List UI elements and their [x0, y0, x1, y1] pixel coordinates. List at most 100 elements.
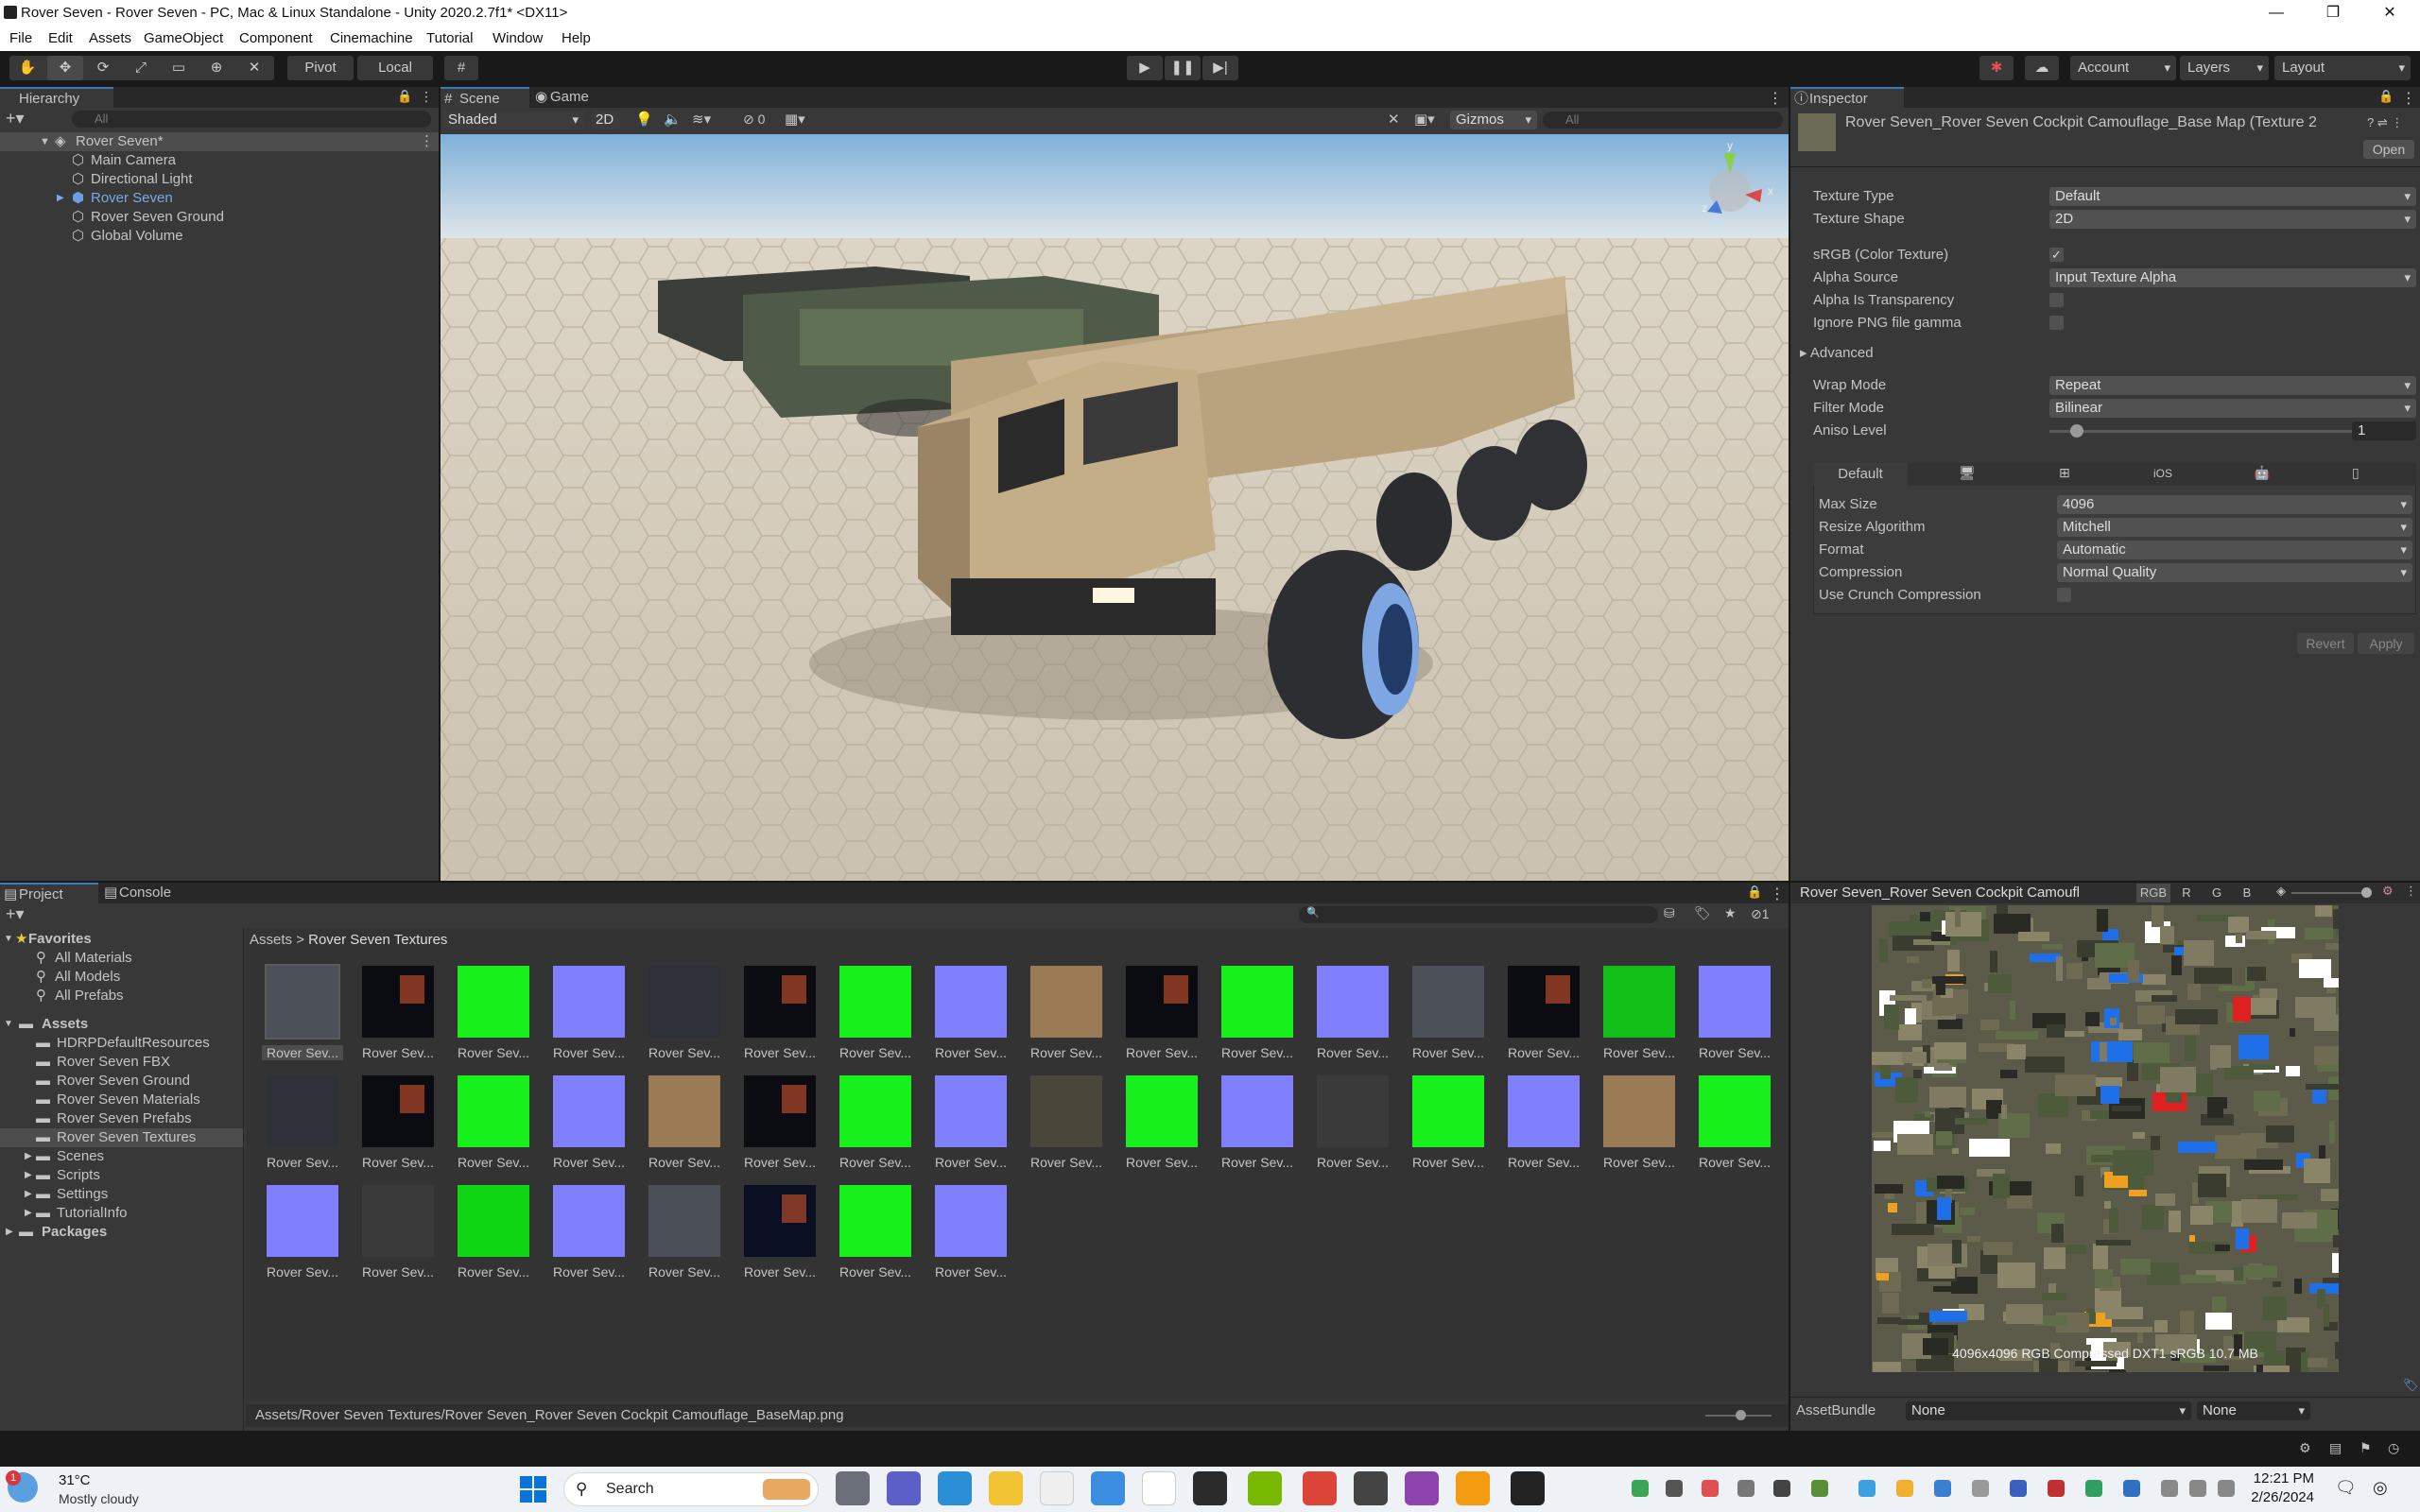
asset-thumbnail[interactable] [839, 966, 911, 1038]
hand-tool-icon[interactable]: ✋ [9, 56, 45, 80]
project-search-input[interactable]: 🔍 [1299, 906, 1658, 923]
tree-folder[interactable]: ▬ Rover Seven Materials [0, 1091, 243, 1109]
2d-toggle[interactable]: 2D [592, 111, 620, 129]
lock-icon[interactable]: 🔒 [397, 89, 412, 104]
menu-component[interactable]: Component [239, 30, 313, 46]
layers-dropdown[interactable]: Layers [2180, 56, 2269, 80]
account-dropdown[interactable]: Account [2070, 56, 2176, 80]
assetbundle-dropdown[interactable]: None [1906, 1401, 2191, 1420]
asset-thumbnail[interactable] [1317, 966, 1389, 1038]
filter-mode-dropdown[interactable]: Bilinear [2049, 399, 2416, 418]
battery-icon[interactable] [2218, 1480, 2235, 1497]
asset-thumbnail[interactable] [744, 1075, 816, 1147]
tab-scene[interactable]: # Scene [441, 87, 529, 108]
step-button[interactable]: ▶| [1202, 56, 1238, 80]
preview-settings-icon[interactable]: ⚙ [2382, 884, 2394, 899]
standalone-platform-icon[interactable]: 🖥 [1959, 465, 1976, 481]
kebab-menu-icon[interactable]: ⋮ [1770, 885, 1785, 903]
thumbnail-size-handle[interactable] [1736, 1410, 1746, 1420]
hierarchy-item-rover-seven[interactable]: ▶ ⬢ Rover Seven [0, 189, 439, 208]
tree-fav-all-models[interactable]: ⚲ All Models [0, 968, 243, 987]
local-toggle[interactable]: Local [357, 56, 433, 80]
expand-arrow-icon[interactable]: ▶ [25, 1147, 32, 1166]
create-icon[interactable]: +▾ [6, 904, 25, 924]
mip-slider-handle[interactable] [2361, 887, 2372, 898]
menu-file[interactable]: File [9, 30, 32, 46]
close-icon[interactable]: ✕ [2361, 0, 2418, 26]
asset-thumbnail[interactable] [648, 1075, 720, 1147]
tab-inspector[interactable]: ⓘ Inspector [1790, 87, 1904, 108]
kebab-menu-icon[interactable]: ⋮ [420, 89, 433, 105]
asset-thumbnail[interactable] [744, 1185, 816, 1257]
srgb-checkbox[interactable]: ✓ [2049, 248, 2064, 262]
alpha-source-dropdown[interactable]: Input Texture Alpha [2049, 268, 2416, 287]
tree-folder[interactable]: ▶ ▬ Scenes [0, 1147, 243, 1166]
tree-folder[interactable]: ▬ Rover Seven FBX [0, 1053, 243, 1072]
asset-thumbnail[interactable] [458, 966, 529, 1038]
asset-thumbnail[interactable] [839, 1185, 911, 1257]
tray-app-icon[interactable] [1737, 1480, 1754, 1497]
apply-button[interactable]: Apply [2358, 633, 2414, 654]
hierarchy-item-directional-light[interactable]: ⬡ Directional Light [0, 170, 439, 189]
sublime-icon[interactable] [1456, 1471, 1490, 1505]
rotate-tool-icon[interactable]: ⟳ [85, 56, 121, 80]
texture-shape-dropdown[interactable]: 2D [2049, 210, 2416, 229]
tab-console[interactable]: ▤ Console [100, 883, 195, 903]
alpha-transparency-checkbox[interactable] [2049, 293, 2064, 307]
tray-app-icon[interactable] [1702, 1480, 1719, 1497]
wifi-icon[interactable] [2161, 1480, 2178, 1497]
asset-thumbnail[interactable] [267, 1075, 338, 1147]
nvidia-icon[interactable] [1248, 1471, 1282, 1505]
asset-thumbnail[interactable] [1508, 966, 1580, 1038]
menu-cinemachine[interactable]: Cinemachine [330, 30, 413, 46]
platform-tab-default[interactable]: Default [1813, 463, 1908, 486]
expand-arrow-icon[interactable]: ▼ [4, 1015, 13, 1034]
transform-tool-icon[interactable]: ⊕ [199, 56, 234, 80]
asset-thumbnail[interactable] [648, 1185, 720, 1257]
minimize-icon[interactable]: — [2248, 0, 2305, 26]
menu-gameobject[interactable]: GameObject [144, 30, 223, 46]
copilot-icon[interactable]: ◎ [2373, 1478, 2388, 1498]
texture-type-dropdown[interactable]: Default [2049, 187, 2416, 206]
tool-app-icon[interactable] [1354, 1471, 1388, 1505]
asset-thumbnail[interactable] [362, 1075, 434, 1147]
effects-toggle-icon[interactable]: ≋▾ [692, 111, 711, 128]
aniso-slider-track[interactable] [2049, 430, 2361, 433]
kebab-menu-icon[interactable]: ⋮ [1768, 89, 1783, 108]
aniso-slider-handle[interactable] [2070, 424, 2083, 438]
asset-thumbnail[interactable] [1030, 966, 1102, 1038]
breadcrumb-current[interactable]: Rover Seven Textures [308, 932, 447, 948]
layout-dropdown[interactable]: Layout [2274, 56, 2411, 80]
asset-thumbnail[interactable] [458, 1185, 529, 1257]
media-app-icon[interactable] [1405, 1471, 1439, 1505]
tree-packages[interactable]: ▶ ▬ Packages [0, 1223, 243, 1242]
file-explorer-icon[interactable] [989, 1471, 1023, 1505]
tree-folder[interactable]: ▬ Rover Seven Ground [0, 1072, 243, 1091]
tray-app-icon[interactable] [2048, 1480, 2065, 1497]
tray-app-icon[interactable] [1773, 1480, 1790, 1497]
asset-thumbnail[interactable] [935, 1075, 1007, 1147]
asset-thumbnail[interactable] [1317, 1075, 1389, 1147]
expand-arrow-icon[interactable]: ▶ [6, 1223, 13, 1242]
expand-arrow-icon[interactable]: ▶ [57, 189, 64, 208]
asset-thumbnail[interactable] [1126, 966, 1198, 1038]
audio-toggle-icon[interactable]: 🔈 [664, 111, 682, 128]
custom-tool-icon[interactable]: ✕ [236, 56, 272, 80]
task-view-icon[interactable] [836, 1471, 870, 1505]
onedrive-icon[interactable] [1972, 1480, 1989, 1497]
favorite-icon[interactable]: ★ [1724, 905, 1737, 921]
wrap-mode-dropdown[interactable]: Repeat [2049, 376, 2416, 395]
asset-thumbnail[interactable] [1699, 1075, 1771, 1147]
cache-icon[interactable]: ▤ [2329, 1440, 2342, 1456]
asset-thumbnail[interactable] [1699, 966, 1771, 1038]
asset-thumbnail[interactable] [1603, 1075, 1675, 1147]
rect-tool-icon[interactable]: ▭ [161, 56, 197, 80]
asset-thumbnail[interactable] [1126, 1075, 1198, 1147]
scene-viewport[interactable]: y x z [441, 134, 1789, 881]
max-size-dropdown[interactable]: 4096 [2057, 495, 2412, 514]
tree-folder-selected[interactable]: ▬ Rover Seven Textures [0, 1128, 243, 1147]
tag-icon[interactable]: 🏷 [2403, 1378, 2419, 1393]
crunch-checkbox[interactable] [2057, 588, 2071, 602]
hierarchy-item-rover-seven-ground[interactable]: ⬡ Rover Seven Ground [0, 208, 439, 227]
expand-arrow-icon[interactable]: ▶ [25, 1185, 32, 1204]
